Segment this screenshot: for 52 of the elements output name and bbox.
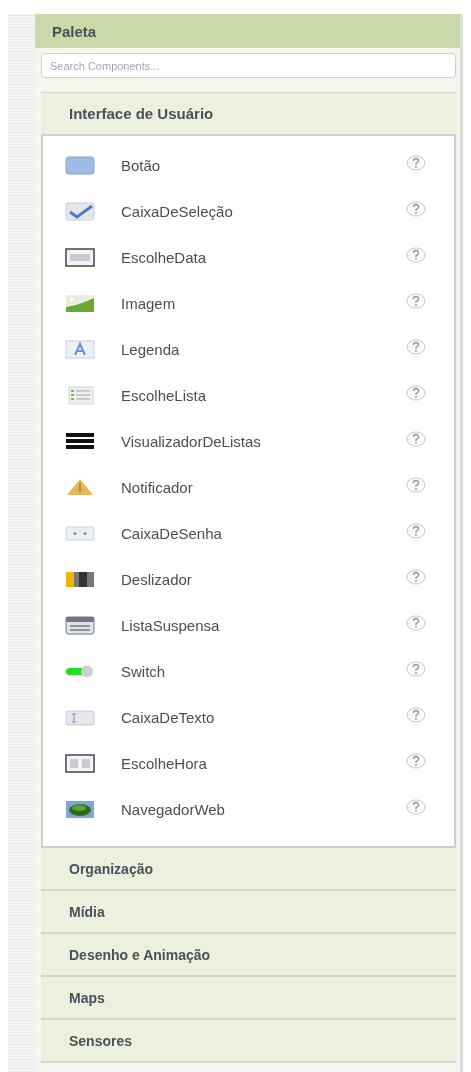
search-field[interactable]: Search Components... (41, 53, 456, 78)
component-item[interactable]: EscolheData (121, 248, 406, 266)
calendar-icon (65, 247, 95, 267)
checkmark-icon (65, 201, 95, 221)
category-header[interactable]: Mídia (41, 891, 456, 934)
component-item[interactable]: Notificador (121, 478, 406, 496)
help-icon[interactable] (406, 477, 426, 493)
dropdown-icon (65, 615, 95, 635)
globe-icon (65, 799, 95, 819)
password-field-icon (65, 523, 95, 543)
warning-icon (65, 477, 95, 497)
list-icon (65, 385, 95, 405)
component-item[interactable]: EscolheLista (121, 386, 406, 404)
text-field-icon (65, 707, 95, 727)
button-icon (65, 155, 95, 175)
component-item[interactable]: EscolheHora (121, 754, 406, 772)
component-item[interactable]: Switch (121, 662, 406, 680)
clock-display-icon (65, 753, 95, 773)
category-header[interactable]: Organização (41, 848, 456, 891)
help-icon[interactable] (406, 799, 426, 815)
help-icon[interactable] (406, 155, 426, 171)
help-icon[interactable] (406, 293, 426, 309)
hamburger-icon (65, 431, 95, 451)
component-item[interactable]: NavegadorWeb (121, 800, 406, 818)
category-header[interactable]: Desenho e Animação (41, 934, 456, 977)
component-item[interactable]: VisualizadorDeListas (121, 432, 406, 450)
component-item[interactable]: Botão (121, 156, 406, 174)
help-icon[interactable] (406, 201, 426, 217)
component-item[interactable]: Deslizador (121, 570, 406, 588)
help-icon[interactable] (406, 569, 426, 585)
help-icon[interactable] (406, 339, 426, 355)
component-item[interactable]: ListaSuspensa (121, 616, 406, 634)
panel-title: Paleta (35, 14, 460, 48)
component-item[interactable]: CaixaDeSeleção (121, 202, 406, 220)
category-header[interactable]: Sensores (41, 1020, 456, 1063)
help-icon[interactable] (406, 753, 426, 769)
component-item[interactable]: CaixaDeTexto (121, 708, 406, 726)
category-header[interactable]: Maps (41, 977, 456, 1020)
component-item[interactable]: Imagem (121, 294, 406, 312)
help-icon[interactable] (406, 385, 426, 401)
component-item[interactable]: CaixaDeSenha (121, 524, 406, 542)
category-header[interactable]: Interface de Usuário (41, 92, 456, 134)
help-icon[interactable] (406, 615, 426, 631)
letter-tile-icon (65, 339, 95, 359)
image-icon (65, 293, 95, 313)
help-icon[interactable] (406, 661, 426, 677)
help-icon[interactable] (406, 247, 426, 263)
slider-icon (65, 569, 95, 589)
help-icon[interactable] (406, 523, 426, 539)
component-item[interactable]: Legenda (121, 340, 406, 358)
help-icon[interactable] (406, 707, 426, 723)
help-icon[interactable] (406, 431, 426, 447)
